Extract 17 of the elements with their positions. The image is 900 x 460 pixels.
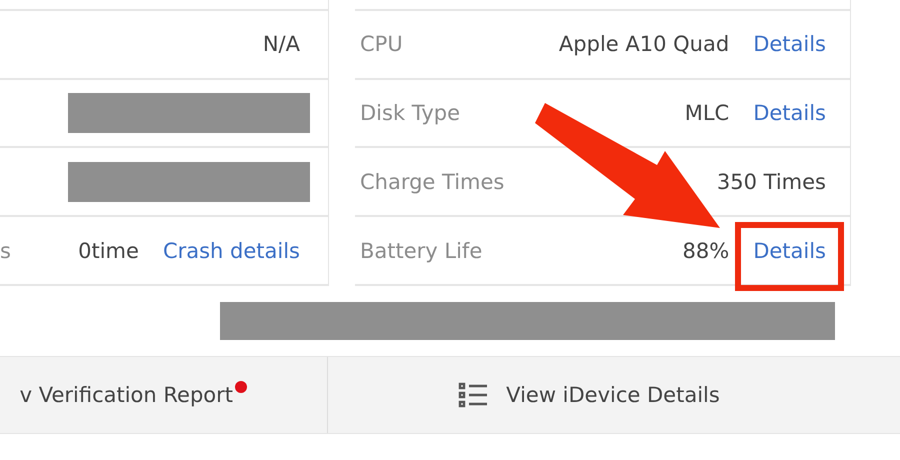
field-label: CPU <box>360 32 403 56</box>
field-value: N/A <box>262 32 300 56</box>
field-value: 350 Times <box>716 170 826 194</box>
field-value: Apple A10 Quad <box>558 32 730 56</box>
field-value: 0time <box>78 238 139 263</box>
field-label: Charge Times <box>360 170 504 194</box>
details-link[interactable]: Details <box>753 238 826 263</box>
field-label: s <box>0 238 11 263</box>
field-label: Disk Type <box>360 101 460 126</box>
details-link[interactable]: Crash details <box>162 238 300 263</box>
list-icon <box>458 382 488 408</box>
field-value: 88% <box>682 238 730 263</box>
notification-dot <box>235 381 247 393</box>
details-link[interactable]: Details <box>753 32 826 56</box>
details-link[interactable]: Details <box>753 101 826 126</box>
field-value: MLC <box>684 101 730 126</box>
field-label: Battery Life <box>360 238 482 263</box>
